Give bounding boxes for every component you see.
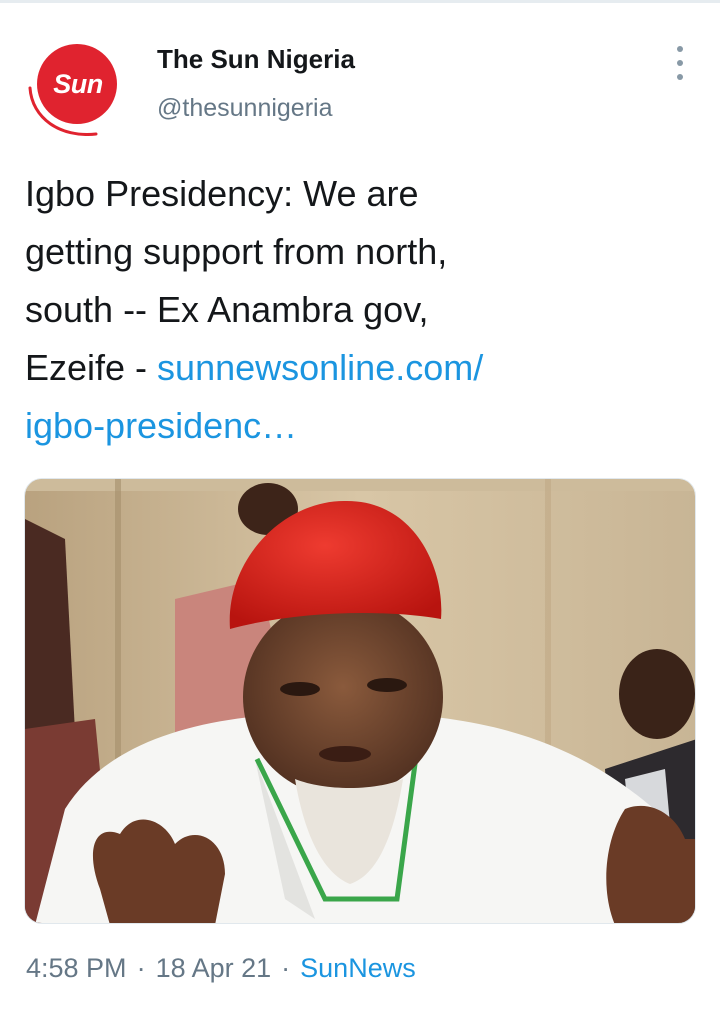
tweet-link-continued: igbo-presidenc… xyxy=(25,397,685,455)
more-dot xyxy=(677,74,683,80)
more-dot xyxy=(677,46,683,52)
avatar[interactable]: Sun xyxy=(24,36,124,136)
photo-image xyxy=(25,479,695,923)
tweet-source[interactable]: SunNews xyxy=(300,953,416,983)
meta-separator: · xyxy=(136,953,146,983)
avatar-logo: Sun xyxy=(37,44,117,124)
tweet-link-continued-text[interactable]: igbo-presidenc… xyxy=(25,405,297,446)
tweet-date[interactable]: 18 Apr 21 xyxy=(156,953,272,983)
tweet-photo[interactable] xyxy=(24,478,696,924)
tweet-text-line: getting support from north, xyxy=(25,231,448,272)
handle[interactable]: @thesunnigeria xyxy=(157,94,333,123)
meta-separator: · xyxy=(281,953,291,983)
tweet-text-line: Igbo Presidency: We are xyxy=(25,173,419,214)
more-vertical-icon[interactable] xyxy=(666,46,694,80)
tweet-text-line-last: Ezeife - sunnewsonline.com/ xyxy=(25,339,685,397)
display-name[interactable]: The Sun Nigeria xyxy=(157,44,355,75)
tweet-link[interactable]: sunnewsonline.com/ xyxy=(157,347,483,388)
avatar-logo-text: Sun xyxy=(53,68,103,99)
tweet-time[interactable]: 4:58 PM xyxy=(26,953,127,983)
tweet-text-prefix: Ezeife - xyxy=(25,347,158,388)
more-dot xyxy=(677,60,683,66)
tweet-text-line: south -- Ex Anambra gov, xyxy=(25,289,429,330)
tweet-meta: 4:58 PM · 18 Apr 21 · SunNews xyxy=(26,953,416,984)
tweet-text: Igbo Presidency: We are getting support … xyxy=(25,165,685,455)
top-divider xyxy=(0,0,720,3)
